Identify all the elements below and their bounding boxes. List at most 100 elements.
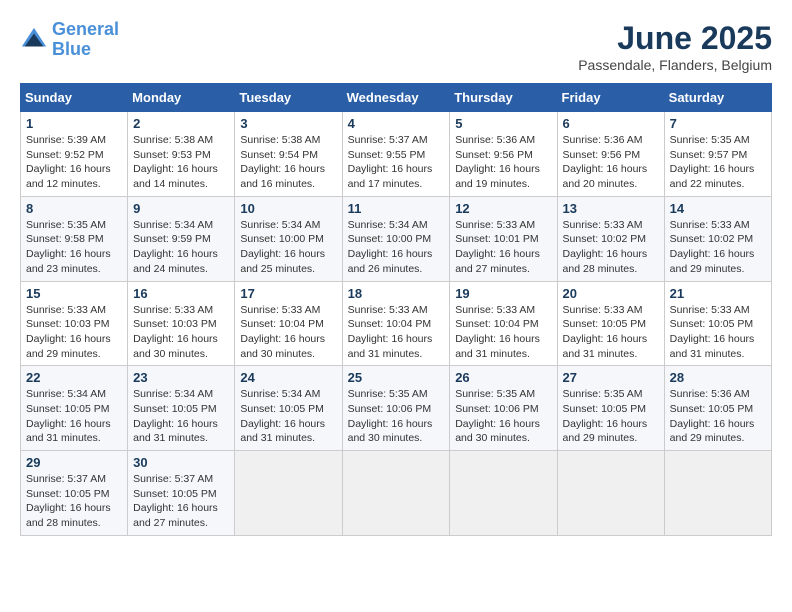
daylight-label: Daylight: 16 hours and 24 minutes.	[133, 248, 218, 275]
day-number: 26	[455, 370, 551, 385]
day-number: 10	[240, 201, 336, 216]
calendar-week-row: 22 Sunrise: 5:34 AM Sunset: 10:05 PM Day…	[21, 366, 772, 451]
daylight-label: Daylight: 16 hours and 30 minutes.	[455, 418, 540, 445]
table-row	[450, 451, 557, 536]
day-number: 14	[670, 201, 766, 216]
location-title: Passendale, Flanders, Belgium	[578, 57, 772, 73]
col-monday: Monday	[128, 84, 235, 112]
table-row: 14 Sunrise: 5:33 AM Sunset: 10:02 PM Day…	[664, 196, 771, 281]
day-number: 4	[348, 116, 445, 131]
day-info: Sunrise: 5:36 AM Sunset: 9:56 PM Dayligh…	[455, 133, 551, 192]
day-number: 2	[133, 116, 229, 131]
sunrise-label: Sunrise: 5:33 AM	[563, 219, 643, 231]
daylight-label: Daylight: 16 hours and 27 minutes.	[133, 502, 218, 529]
sunset-label: Sunset: 10:06 PM	[348, 403, 431, 415]
logo-blue: Blue	[52, 39, 91, 59]
sunrise-label: Sunrise: 5:33 AM	[455, 304, 535, 316]
calendar-week-row: 8 Sunrise: 5:35 AM Sunset: 9:58 PM Dayli…	[21, 196, 772, 281]
day-number: 1	[26, 116, 122, 131]
day-number: 8	[26, 201, 122, 216]
col-friday: Friday	[557, 84, 664, 112]
calendar-week-row: 1 Sunrise: 5:39 AM Sunset: 9:52 PM Dayli…	[21, 112, 772, 197]
daylight-label: Daylight: 16 hours and 30 minutes.	[240, 333, 325, 360]
table-row: 18 Sunrise: 5:33 AM Sunset: 10:04 PM Day…	[342, 281, 450, 366]
day-info: Sunrise: 5:35 AM Sunset: 10:06 PM Daylig…	[348, 387, 445, 446]
sunrise-label: Sunrise: 5:33 AM	[670, 219, 750, 231]
daylight-label: Daylight: 16 hours and 20 minutes.	[563, 163, 648, 190]
sunrise-label: Sunrise: 5:33 AM	[455, 219, 535, 231]
sunset-label: Sunset: 10:05 PM	[240, 403, 323, 415]
daylight-label: Daylight: 16 hours and 30 minutes.	[133, 333, 218, 360]
day-info: Sunrise: 5:34 AM Sunset: 10:00 PM Daylig…	[348, 218, 445, 277]
col-wednesday: Wednesday	[342, 84, 450, 112]
day-number: 28	[670, 370, 766, 385]
table-row: 19 Sunrise: 5:33 AM Sunset: 10:04 PM Day…	[450, 281, 557, 366]
table-row: 5 Sunrise: 5:36 AM Sunset: 9:56 PM Dayli…	[450, 112, 557, 197]
day-number: 30	[133, 455, 229, 470]
calendar-table: Sunday Monday Tuesday Wednesday Thursday…	[20, 83, 772, 536]
daylight-label: Daylight: 16 hours and 29 minutes.	[670, 418, 755, 445]
daylight-label: Daylight: 16 hours and 31 minutes.	[348, 333, 433, 360]
day-info: Sunrise: 5:35 AM Sunset: 9:57 PM Dayligh…	[670, 133, 766, 192]
day-number: 12	[455, 201, 551, 216]
day-number: 15	[26, 286, 122, 301]
table-row: 23 Sunrise: 5:34 AM Sunset: 10:05 PM Day…	[128, 366, 235, 451]
daylight-label: Daylight: 16 hours and 31 minutes.	[240, 418, 325, 445]
logo: General Blue	[20, 20, 119, 60]
daylight-label: Daylight: 16 hours and 26 minutes.	[348, 248, 433, 275]
sunrise-label: Sunrise: 5:35 AM	[670, 134, 750, 146]
sunrise-label: Sunrise: 5:37 AM	[26, 473, 106, 485]
daylight-label: Daylight: 16 hours and 31 minutes.	[670, 333, 755, 360]
sunrise-label: Sunrise: 5:33 AM	[133, 304, 213, 316]
table-row: 16 Sunrise: 5:33 AM Sunset: 10:03 PM Day…	[128, 281, 235, 366]
sunset-label: Sunset: 10:03 PM	[26, 318, 109, 330]
day-number: 19	[455, 286, 551, 301]
table-row	[342, 451, 450, 536]
sunset-label: Sunset: 10:02 PM	[563, 233, 646, 245]
sunrise-label: Sunrise: 5:34 AM	[348, 219, 428, 231]
sunset-label: Sunset: 9:53 PM	[133, 149, 211, 161]
table-row: 29 Sunrise: 5:37 AM Sunset: 10:05 PM Day…	[21, 451, 128, 536]
sunset-label: Sunset: 10:05 PM	[563, 403, 646, 415]
day-info: Sunrise: 5:33 AM Sunset: 10:04 PM Daylig…	[240, 303, 336, 362]
daylight-label: Daylight: 16 hours and 28 minutes.	[563, 248, 648, 275]
sunset-label: Sunset: 10:04 PM	[455, 318, 538, 330]
day-info: Sunrise: 5:33 AM Sunset: 10:04 PM Daylig…	[348, 303, 445, 362]
sunset-label: Sunset: 10:05 PM	[26, 488, 109, 500]
daylight-label: Daylight: 16 hours and 29 minutes.	[563, 418, 648, 445]
sunset-label: Sunset: 10:04 PM	[348, 318, 431, 330]
sunrise-label: Sunrise: 5:36 AM	[563, 134, 643, 146]
day-info: Sunrise: 5:37 AM Sunset: 9:55 PM Dayligh…	[348, 133, 445, 192]
day-number: 25	[348, 370, 445, 385]
day-info: Sunrise: 5:35 AM Sunset: 10:06 PM Daylig…	[455, 387, 551, 446]
day-number: 16	[133, 286, 229, 301]
daylight-label: Daylight: 16 hours and 29 minutes.	[670, 248, 755, 275]
day-number: 13	[563, 201, 659, 216]
sunset-label: Sunset: 9:59 PM	[133, 233, 211, 245]
day-number: 27	[563, 370, 659, 385]
sunset-label: Sunset: 10:06 PM	[455, 403, 538, 415]
day-info: Sunrise: 5:33 AM Sunset: 10:02 PM Daylig…	[670, 218, 766, 277]
page-header: General Blue June 2025 Passendale, Fland…	[20, 20, 772, 73]
sunrise-label: Sunrise: 5:37 AM	[348, 134, 428, 146]
day-info: Sunrise: 5:36 AM Sunset: 9:56 PM Dayligh…	[563, 133, 659, 192]
day-info: Sunrise: 5:34 AM Sunset: 10:05 PM Daylig…	[240, 387, 336, 446]
sunrise-label: Sunrise: 5:33 AM	[240, 304, 320, 316]
table-row: 6 Sunrise: 5:36 AM Sunset: 9:56 PM Dayli…	[557, 112, 664, 197]
table-row: 8 Sunrise: 5:35 AM Sunset: 9:58 PM Dayli…	[21, 196, 128, 281]
day-info: Sunrise: 5:34 AM Sunset: 10:05 PM Daylig…	[26, 387, 122, 446]
sunset-label: Sunset: 9:52 PM	[26, 149, 104, 161]
day-info: Sunrise: 5:37 AM Sunset: 10:05 PM Daylig…	[133, 472, 229, 531]
daylight-label: Daylight: 16 hours and 31 minutes.	[133, 418, 218, 445]
sunrise-label: Sunrise: 5:35 AM	[563, 388, 643, 400]
calendar-week-row: 29 Sunrise: 5:37 AM Sunset: 10:05 PM Day…	[21, 451, 772, 536]
day-number: 24	[240, 370, 336, 385]
table-row: 26 Sunrise: 5:35 AM Sunset: 10:06 PM Day…	[450, 366, 557, 451]
table-row: 13 Sunrise: 5:33 AM Sunset: 10:02 PM Day…	[557, 196, 664, 281]
daylight-label: Daylight: 16 hours and 27 minutes.	[455, 248, 540, 275]
table-row: 7 Sunrise: 5:35 AM Sunset: 9:57 PM Dayli…	[664, 112, 771, 197]
sunset-label: Sunset: 10:00 PM	[348, 233, 431, 245]
sunset-label: Sunset: 10:05 PM	[670, 403, 753, 415]
calendar-week-row: 15 Sunrise: 5:33 AM Sunset: 10:03 PM Day…	[21, 281, 772, 366]
table-row	[664, 451, 771, 536]
